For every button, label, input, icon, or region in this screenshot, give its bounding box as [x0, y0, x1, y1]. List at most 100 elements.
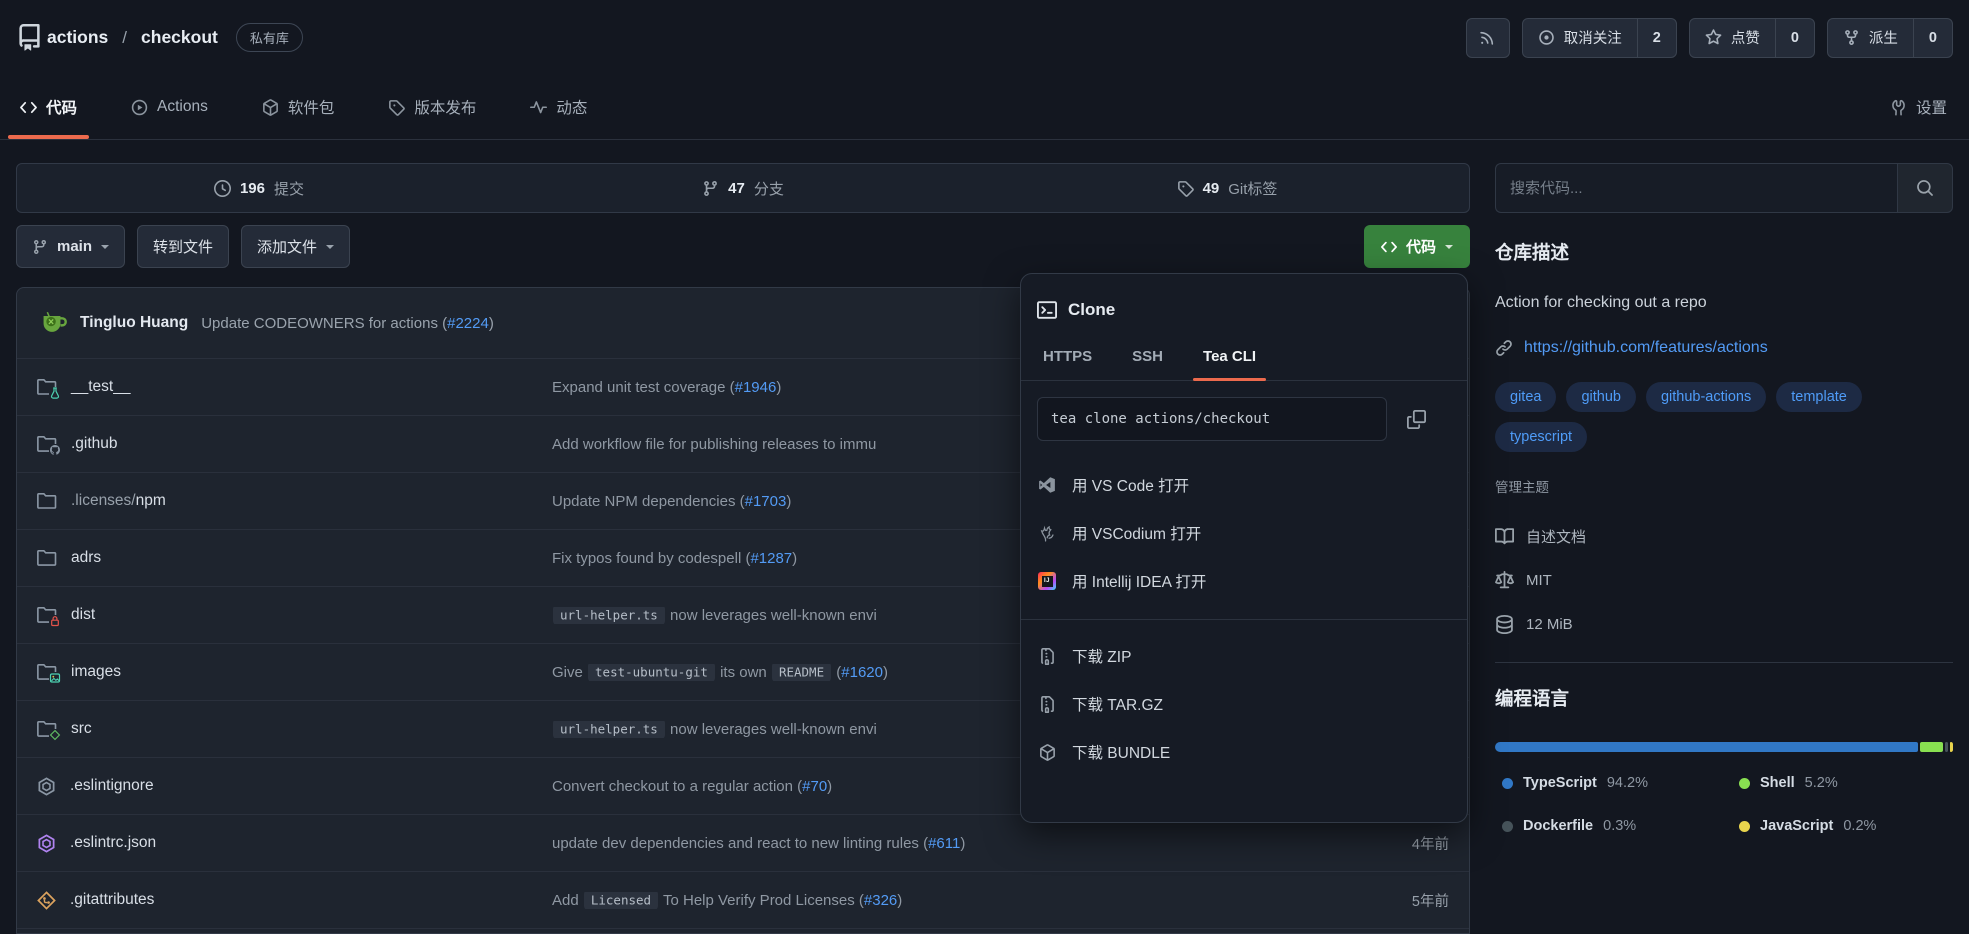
download-zip-item[interactable]: 下载 ZIP — [1037, 632, 1451, 680]
language-bar[interactable] — [1495, 742, 1953, 752]
goto-file-label: 转到文件 — [153, 236, 213, 257]
download-targz-item[interactable]: 下载 TAR.GZ — [1037, 680, 1451, 728]
branch-selector[interactable]: main — [16, 225, 125, 268]
search-code-input[interactable] — [1495, 163, 1897, 213]
file-name: npm — [136, 492, 166, 509]
watch-icon — [1538, 29, 1555, 46]
download-bundle-item[interactable]: 下载 BUNDLE — [1037, 728, 1451, 776]
legend-item[interactable]: Dockerfile 0.3% — [1502, 818, 1739, 834]
tags-stat[interactable]: 49 Git标签 — [985, 178, 1469, 199]
tab-activity[interactable]: 动态 — [526, 75, 591, 139]
fork-count[interactable]: 0 — [1913, 19, 1952, 57]
intellij-icon: IJ — [1037, 572, 1057, 590]
website-link[interactable]: https://github.com/features/actions — [1524, 339, 1768, 357]
branches-label: 分支 — [754, 178, 784, 199]
tab-releases[interactable]: 版本发布 — [384, 75, 480, 139]
tab-settings[interactable]: 设置 — [1890, 75, 1947, 139]
file-commit-message[interactable]: Add Licensed To Help Verify Prod License… — [552, 892, 1339, 909]
open-intellij-item[interactable]: IJ 用 Intellij IDEA 打开 — [1037, 557, 1451, 605]
tab-activity-label: 动态 — [556, 96, 587, 118]
file-name: .eslintrc.json — [70, 834, 156, 851]
topic-pill[interactable]: github-actions — [1646, 382, 1766, 412]
topic-pill[interactable]: github — [1566, 382, 1636, 412]
file-name: .gitattributes — [70, 891, 154, 908]
watch-count[interactable]: 2 — [1637, 19, 1676, 57]
topic-pill[interactable]: template — [1776, 382, 1862, 412]
commit-message[interactable]: Update CODEOWNERS for actions (#2224) — [201, 315, 494, 332]
tab-packages[interactable]: 软件包 — [258, 75, 339, 139]
add-file-button[interactable]: 添加文件 — [241, 225, 350, 268]
tab-ssh[interactable]: SSH — [1132, 348, 1163, 380]
branches-stat[interactable]: 47 分支 — [501, 178, 985, 199]
tab-code[interactable]: 代码 — [16, 75, 81, 139]
watch-button[interactable]: 取消关注 2 — [1522, 18, 1677, 58]
open-vscode-item[interactable]: 用 VS Code 打开 — [1037, 461, 1451, 509]
goto-file-button[interactable]: 转到文件 — [137, 225, 229, 268]
clone-url-input[interactable] — [1037, 397, 1387, 441]
code-dropdown-button[interactable]: 代码 — [1364, 225, 1470, 268]
tab-packages-label: 软件包 — [288, 96, 335, 118]
topic-pill[interactable]: gitea — [1495, 382, 1556, 412]
package-icon — [262, 99, 279, 116]
folder-lock-icon — [37, 606, 57, 624]
languages-title: 编程语言 — [1495, 685, 1953, 711]
law-icon — [1495, 571, 1514, 590]
tags-count: 49 — [1203, 180, 1220, 197]
legend-item[interactable]: JavaScript 0.2% — [1739, 818, 1953, 834]
tab-https[interactable]: HTTPS — [1043, 348, 1092, 380]
pulse-icon — [530, 99, 547, 116]
fork-icon — [1843, 29, 1860, 46]
file-age: 5年前 — [1339, 890, 1449, 911]
license-link[interactable]: MIT — [1495, 558, 1953, 602]
book-open-icon — [1495, 527, 1514, 546]
legend-item[interactable]: Shell 5.2% — [1739, 775, 1953, 791]
download-zip-label: 下载 ZIP — [1072, 645, 1131, 667]
file-name: src — [71, 720, 92, 737]
tab-tea-cli[interactable]: Tea CLI — [1203, 348, 1256, 380]
menu-divider — [1021, 619, 1467, 620]
rss-button[interactable] — [1466, 18, 1510, 58]
chevron-down-icon — [326, 245, 334, 253]
file-commit-message[interactable]: update dev dependencies and react to new… — [552, 835, 1339, 852]
tool-icon — [1890, 99, 1907, 116]
eslint-icon — [37, 777, 56, 796]
repo-name-link[interactable]: checkout — [141, 27, 218, 48]
branch-icon — [702, 180, 719, 197]
commits-count: 196 — [240, 180, 265, 197]
folder-test-icon — [37, 378, 57, 396]
language-dot — [1502, 778, 1513, 789]
rss-icon — [1479, 29, 1496, 46]
commits-stat[interactable]: 196 提交 — [17, 178, 501, 199]
fork-label: 派生 — [1869, 27, 1898, 48]
branch-name: main — [57, 238, 92, 255]
table-row[interactable]: .gitattributes Add Licensed To Help Veri… — [17, 872, 1469, 929]
code-icon — [1381, 239, 1397, 255]
download-targz-label: 下载 TAR.GZ — [1072, 693, 1163, 715]
avatar[interactable] — [37, 308, 67, 338]
tab-settings-label: 设置 — [1916, 96, 1947, 118]
readme-link[interactable]: 自述文档 — [1495, 514, 1953, 558]
search-button[interactable] — [1897, 163, 1953, 213]
star-count[interactable]: 0 — [1775, 19, 1814, 57]
open-vscodium-item[interactable]: 用 VSCodium 打开 — [1037, 509, 1451, 557]
legend-item[interactable]: TypeScript 94.2% — [1502, 775, 1739, 791]
sidebar-divider — [1495, 662, 1953, 663]
play-circle-icon — [131, 99, 148, 116]
repo-sidebar: 仓库描述 Action for checking out a repo http… — [1495, 163, 1953, 834]
folder-code-icon — [37, 720, 57, 738]
commit-author[interactable]: Tingluo Huang — [80, 314, 188, 332]
tab-actions[interactable]: Actions — [127, 75, 212, 139]
topbar: actions / checkout 私有库 取消关注 2 点赞 0 派生 — [0, 0, 1969, 75]
topic-pill[interactable]: typescript — [1495, 422, 1587, 452]
table-row[interactable]: .eslintrc.json update dev dependencies a… — [17, 815, 1469, 872]
copy-icon[interactable] — [1407, 410, 1426, 429]
repo-owner-link[interactable]: actions — [47, 27, 108, 48]
manage-topics-link[interactable]: 管理主题 — [1495, 476, 1953, 496]
star-button[interactable]: 点赞 0 — [1689, 18, 1815, 58]
fork-button[interactable]: 派生 0 — [1827, 18, 1953, 58]
add-file-label: 添加文件 — [257, 236, 317, 257]
repo-size[interactable]: 12 MiB — [1495, 602, 1953, 646]
breadcrumb: actions / checkout 私有库 — [47, 23, 303, 52]
folder-github-icon — [37, 435, 57, 453]
link-icon — [1495, 339, 1513, 357]
